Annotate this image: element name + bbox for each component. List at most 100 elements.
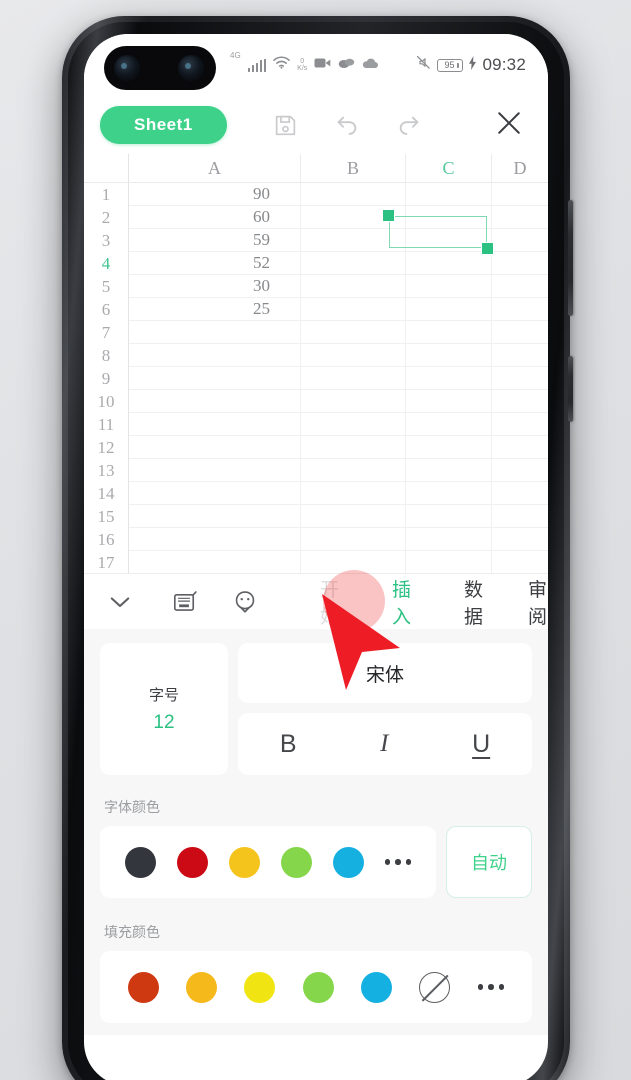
cell-D7[interactable] bbox=[492, 321, 548, 344]
cell-B9[interactable] bbox=[301, 367, 406, 390]
row-header-14[interactable]: 14 bbox=[84, 482, 129, 505]
cell-C14[interactable] bbox=[406, 482, 492, 505]
grid-row[interactable]: 15 bbox=[84, 505, 548, 528]
grid-row[interactable]: 14 bbox=[84, 482, 548, 505]
cell-B8[interactable] bbox=[301, 344, 406, 367]
color-swatch-4[interactable] bbox=[302, 971, 334, 1003]
cell-B7[interactable] bbox=[301, 321, 406, 344]
cell-C15[interactable] bbox=[406, 505, 492, 528]
row-header-12[interactable]: 12 bbox=[84, 436, 129, 459]
cell-B6[interactable] bbox=[301, 298, 406, 321]
cell-D11[interactable] bbox=[492, 413, 548, 436]
cell-D2[interactable] bbox=[492, 206, 548, 229]
color-swatch-5[interactable] bbox=[361, 971, 393, 1003]
sticker-face-icon[interactable] bbox=[232, 589, 258, 615]
grid-row[interactable]: 8 bbox=[84, 344, 548, 367]
chevron-down-icon[interactable] bbox=[106, 588, 134, 616]
cell-D5[interactable] bbox=[492, 275, 548, 298]
color-swatch-1[interactable] bbox=[127, 971, 159, 1003]
color-swatch-1[interactable] bbox=[124, 846, 156, 878]
cell-C9[interactable] bbox=[406, 367, 492, 390]
cell-C10[interactable] bbox=[406, 390, 492, 413]
cell-C17[interactable] bbox=[406, 551, 492, 574]
volume-button[interactable] bbox=[568, 200, 573, 316]
color-swatch-5[interactable] bbox=[332, 846, 364, 878]
row-header-9[interactable]: 9 bbox=[84, 367, 129, 390]
cell-D8[interactable] bbox=[492, 344, 548, 367]
more-options-icon[interactable] bbox=[477, 984, 505, 990]
italic-button[interactable]: I bbox=[362, 730, 406, 758]
color-swatch-2[interactable] bbox=[176, 846, 208, 878]
grid-row[interactable]: 5 30 bbox=[84, 275, 548, 298]
cell-D3[interactable] bbox=[492, 229, 548, 252]
cell-D13[interactable] bbox=[492, 459, 548, 482]
column-header-b[interactable]: B bbox=[301, 154, 406, 182]
row-header-13[interactable]: 13 bbox=[84, 459, 129, 482]
ribbon-tab-insert[interactable]: 插入 bbox=[392, 575, 412, 629]
cell-C5[interactable] bbox=[406, 275, 492, 298]
grid-row[interactable]: 4 52 bbox=[84, 252, 548, 275]
cell-C7[interactable] bbox=[406, 321, 492, 344]
cell-A5[interactable]: 30 bbox=[129, 275, 301, 298]
cell-A10[interactable] bbox=[129, 390, 301, 413]
row-header-15[interactable]: 15 bbox=[84, 505, 129, 528]
grid-row[interactable]: 17 bbox=[84, 551, 548, 574]
cell-C8[interactable] bbox=[406, 344, 492, 367]
power-button[interactable] bbox=[568, 356, 573, 422]
cell-A4[interactable]: 52 bbox=[129, 252, 301, 275]
grid-row[interactable]: 3 59 bbox=[84, 229, 548, 252]
ribbon-tab-review[interactable]: 审阅 bbox=[528, 575, 548, 629]
cell-B5[interactable] bbox=[301, 275, 406, 298]
underline-button[interactable]: U bbox=[454, 730, 508, 759]
save-icon[interactable] bbox=[273, 113, 298, 138]
cell-C12[interactable] bbox=[406, 436, 492, 459]
cell-B10[interactable] bbox=[301, 390, 406, 413]
cell-D12[interactable] bbox=[492, 436, 548, 459]
cell-B2[interactable] bbox=[301, 206, 406, 229]
cell-B14[interactable] bbox=[301, 482, 406, 505]
ribbon-tab-data[interactable]: 数据 bbox=[464, 575, 484, 629]
cell-B12[interactable] bbox=[301, 436, 406, 459]
grid-row[interactable]: 10 bbox=[84, 390, 548, 413]
grid-row[interactable]: 16 bbox=[84, 528, 548, 551]
row-header-6[interactable]: 6 bbox=[84, 298, 129, 321]
cell-A11[interactable] bbox=[129, 413, 301, 436]
bold-button[interactable]: B bbox=[262, 730, 315, 759]
row-header-2[interactable]: 2 bbox=[84, 206, 129, 229]
cell-C4[interactable] bbox=[406, 252, 492, 275]
font-name-selector[interactable]: 宋体 bbox=[238, 643, 532, 703]
cell-A3[interactable]: 59 bbox=[129, 229, 301, 252]
cell-A7[interactable] bbox=[129, 321, 301, 344]
cell-A1[interactable]: 90 bbox=[129, 183, 301, 206]
column-header-d[interactable]: D bbox=[492, 154, 548, 182]
cell-D10[interactable] bbox=[492, 390, 548, 413]
cell-B4[interactable] bbox=[301, 252, 406, 275]
grid-corner-cell[interactable] bbox=[84, 154, 129, 182]
cell-A15[interactable] bbox=[129, 505, 301, 528]
row-header-11[interactable]: 11 bbox=[84, 413, 129, 436]
color-swatch-4[interactable] bbox=[280, 846, 312, 878]
cell-B3[interactable] bbox=[301, 229, 406, 252]
close-icon[interactable] bbox=[494, 108, 524, 143]
color-swatch-3[interactable] bbox=[228, 846, 260, 878]
more-options-icon[interactable] bbox=[384, 859, 412, 865]
cell-C3[interactable] bbox=[406, 229, 492, 252]
cell-D4[interactable] bbox=[492, 252, 548, 275]
ribbon-tab-home[interactable]: 开始 bbox=[320, 575, 340, 629]
no-fill-icon[interactable] bbox=[419, 971, 451, 1003]
row-header-3[interactable]: 3 bbox=[84, 229, 129, 252]
cell-C2[interactable] bbox=[406, 206, 492, 229]
cell-A17[interactable] bbox=[129, 551, 301, 574]
row-header-16[interactable]: 16 bbox=[84, 528, 129, 551]
cell-A16[interactable] bbox=[129, 528, 301, 551]
cell-D9[interactable] bbox=[492, 367, 548, 390]
cell-A2[interactable]: 60 bbox=[129, 206, 301, 229]
grid-row[interactable]: 11 bbox=[84, 413, 548, 436]
grid-row[interactable]: 12 bbox=[84, 436, 548, 459]
auto-color-button[interactable]: 自动 bbox=[446, 826, 532, 898]
cell-A8[interactable] bbox=[129, 344, 301, 367]
cell-D14[interactable] bbox=[492, 482, 548, 505]
undo-icon[interactable] bbox=[334, 112, 360, 138]
grid-row[interactable]: 1 90 bbox=[84, 183, 548, 206]
cell-B17[interactable] bbox=[301, 551, 406, 574]
